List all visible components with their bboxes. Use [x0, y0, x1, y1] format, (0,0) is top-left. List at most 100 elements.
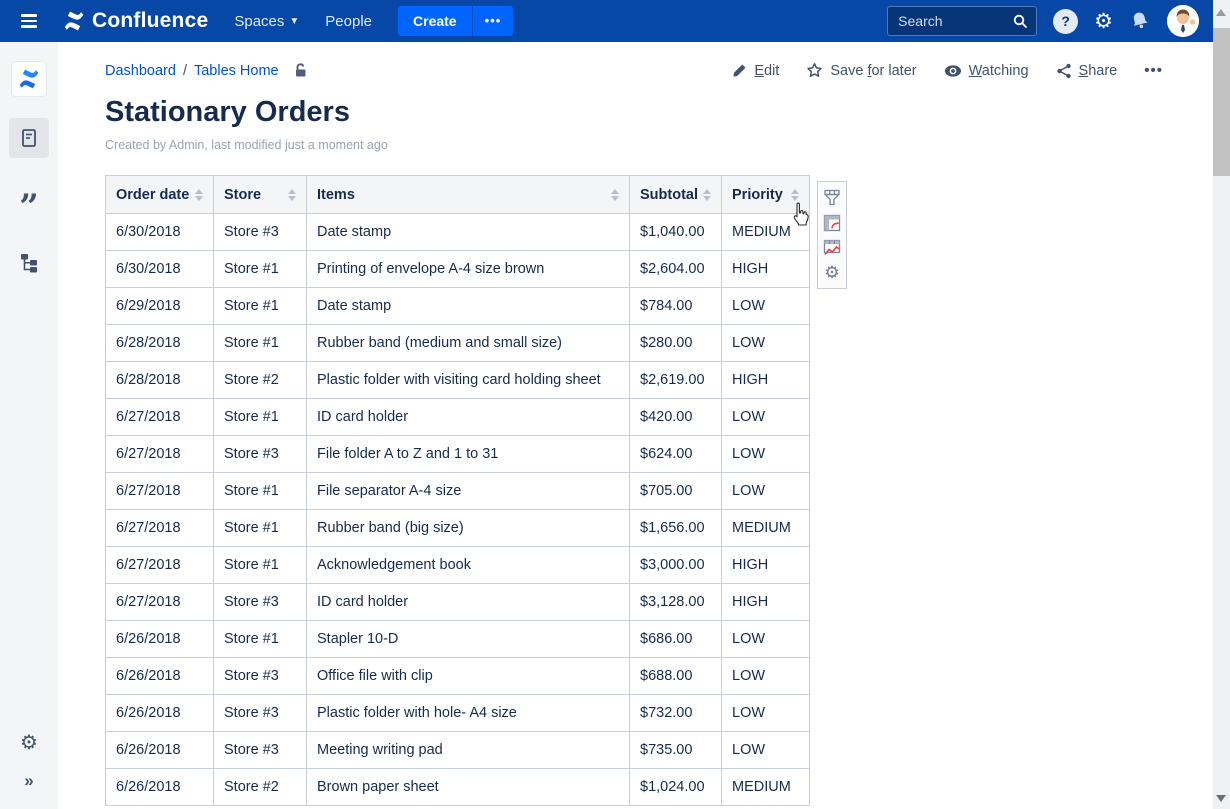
table-macro-toolbar: ⚙ — [817, 181, 847, 289]
cell-order-date: 6/26/2018 — [106, 769, 214, 806]
cell-store: Store #2 — [214, 362, 307, 399]
confluence-page: Confluence Spaces ▼ People Create ••• ? … — [0, 0, 1230, 809]
cell-order-date: 6/29/2018 — [106, 288, 214, 325]
cell-subtotal: $2,604.00 — [630, 251, 722, 288]
cell-subtotal: $280.00 — [630, 325, 722, 362]
user-avatar[interactable] — [1167, 5, 1199, 37]
macro-settings-gear-icon[interactable]: ⚙ — [820, 260, 844, 285]
unrestricted-lock-icon[interactable] — [292, 62, 309, 79]
expand-sidebar-icon[interactable]: » — [24, 771, 33, 791]
table-filter-icon[interactable] — [820, 185, 844, 210]
sort-arrows-icon[interactable] — [288, 189, 296, 201]
sort-arrows-icon[interactable] — [791, 189, 799, 201]
sort-arrows-icon[interactable] — [195, 189, 203, 201]
confluence-logo[interactable]: Confluence — [62, 9, 208, 33]
watching-button[interactable]: Watching — [944, 63, 1029, 79]
sidebar-item-pages[interactable] — [9, 118, 49, 158]
nav-spaces[interactable]: Spaces ▼ — [234, 13, 299, 30]
cell-order-date: 6/27/2018 — [106, 510, 214, 547]
scroll-up-arrow[interactable] — [1216, 9, 1226, 16]
cell-items: Rubber band (medium and small size) — [307, 325, 630, 362]
cell-items: Acknowledgement book — [307, 547, 630, 584]
create-more-button[interactable]: ••• — [472, 6, 514, 36]
edit-button[interactable]: Edit — [731, 63, 779, 79]
cell-priority: MEDIUM — [722, 214, 810, 251]
breadcrumb-dashboard[interactable]: Dashboard — [105, 63, 176, 79]
cell-store: Store #3 — [214, 584, 307, 621]
cell-priority: LOW — [722, 732, 810, 769]
cell-store: Store #3 — [214, 695, 307, 732]
cell-store: Store #3 — [214, 658, 307, 695]
hamburger-menu-icon[interactable] — [10, 5, 48, 37]
column-header-subtotal[interactable]: Subtotal — [630, 176, 722, 214]
settings-gear-icon[interactable]: ⚙ — [1094, 11, 1113, 32]
cell-order-date: 6/26/2018 — [106, 695, 214, 732]
cell-store: Store #1 — [214, 547, 307, 584]
chart-from-table-icon[interactable] — [820, 235, 844, 260]
help-icon[interactable]: ? — [1053, 9, 1078, 34]
column-header-items[interactable]: Items — [307, 176, 630, 214]
nav-people[interactable]: People — [325, 13, 372, 30]
breadcrumb-separator: / — [183, 63, 187, 79]
cell-store: Store #1 — [214, 251, 307, 288]
notification-bell-icon[interactable] — [1129, 10, 1151, 32]
cell-subtotal: $688.00 — [630, 658, 722, 695]
cell-subtotal: $2,619.00 — [630, 362, 722, 399]
table-row: 6/27/2018Store #3ID card holder$3,128.00… — [106, 584, 810, 621]
save-for-later-button[interactable]: Save for later — [806, 62, 916, 79]
search-icon[interactable] — [1012, 13, 1028, 29]
cell-subtotal: $1,024.00 — [630, 769, 722, 806]
cell-store: Store #2 — [214, 769, 307, 806]
confluence-mark-icon — [62, 9, 86, 33]
page-title: Stationary Orders — [105, 96, 1163, 129]
cell-items: Plastic folder with hole- A4 size — [307, 695, 630, 732]
cell-items: Printing of envelope A-4 size brown — [307, 251, 630, 288]
table-row: 6/28/2018Store #2Plastic folder with vis… — [106, 362, 810, 399]
cell-order-date: 6/30/2018 — [106, 214, 214, 251]
table-row: 6/30/2018Store #3Date stamp$1,040.00MEDI… — [106, 214, 810, 251]
sidebar-item-blog[interactable]: ” — [9, 180, 49, 220]
vertical-scrollbar[interactable] — [1213, 0, 1230, 809]
table-row: 6/26/2018Store #3Plastic folder with hol… — [106, 695, 810, 732]
breadcrumb-row: Dashboard / Tables Home Edit — [105, 62, 1163, 79]
cell-order-date: 6/26/2018 — [106, 621, 214, 658]
main-content: Dashboard / Tables Home Edit — [58, 42, 1213, 809]
sort-arrows-icon[interactable] — [703, 189, 711, 201]
space-settings-gear-icon[interactable]: ⚙ — [20, 733, 38, 753]
cell-items: Date stamp — [307, 288, 630, 325]
column-header-store[interactable]: Store — [214, 176, 307, 214]
column-header-order-date[interactable]: Order date — [106, 176, 214, 214]
scrollbar-thumb[interactable] — [1213, 28, 1230, 176]
cell-subtotal: $3,128.00 — [630, 584, 722, 621]
column-header-priority[interactable]: Priority — [722, 176, 810, 214]
cell-items: File folder A to Z and 1 to 31 — [307, 436, 630, 473]
cell-subtotal: $735.00 — [630, 732, 722, 769]
create-button[interactable]: Create — [398, 6, 472, 36]
sort-arrows-icon[interactable] — [611, 189, 619, 201]
cell-items: Stapler 10-D — [307, 621, 630, 658]
cell-store: Store #1 — [214, 288, 307, 325]
page-tree-icon — [18, 251, 40, 273]
confluence-space-icon — [17, 67, 41, 91]
cell-subtotal: $420.00 — [630, 399, 722, 436]
scroll-down-arrow[interactable] — [1216, 795, 1226, 802]
cell-priority: MEDIUM — [722, 510, 810, 547]
table-row: 6/27/2018Store #1ID card holder$420.00LO… — [106, 399, 810, 436]
breadcrumb-tables-home[interactable]: Tables Home — [194, 63, 279, 79]
sidebar-item-page-tree[interactable] — [9, 242, 49, 282]
space-logo[interactable] — [12, 62, 46, 96]
table-wrapper: Order date Store Items Subtotal Priority… — [105, 175, 1163, 806]
search-input[interactable] — [898, 13, 1012, 29]
cell-store: Store #3 — [214, 436, 307, 473]
table-row: 6/26/2018Store #1Stapler 10-D$686.00LOW — [106, 621, 810, 658]
breadcrumb: Dashboard / Tables Home — [105, 62, 309, 79]
cell-priority: LOW — [722, 658, 810, 695]
pivot-table-icon[interactable] — [820, 210, 844, 235]
cell-items: File separator A-4 size — [307, 473, 630, 510]
cell-store: Store #1 — [214, 399, 307, 436]
cell-items: Office file with clip — [307, 658, 630, 695]
table-row: 6/27/2018Store #1File separator A-4 size… — [106, 473, 810, 510]
more-actions-button[interactable]: ••• — [1144, 62, 1163, 79]
search-box[interactable] — [887, 6, 1037, 36]
share-button[interactable]: Share — [1056, 63, 1118, 79]
